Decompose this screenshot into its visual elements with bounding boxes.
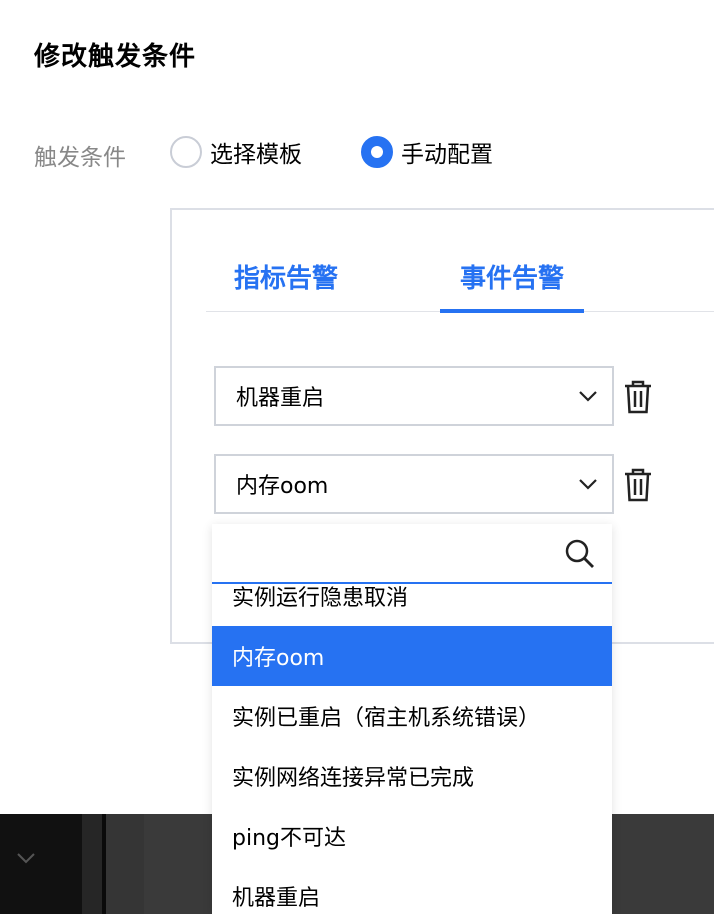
chevron-down-icon (17, 853, 35, 864)
dropdown-option[interactable]: ping不可达 (212, 806, 612, 866)
chevron-down-icon (579, 391, 597, 402)
event-select-value: 机器重启 (236, 386, 325, 411)
event-select-1[interactable]: 机器重启 (214, 366, 614, 426)
page: 修改触发条件 触发条件 选择模板 手动配置 指标告警 事件告警 机器重启 内存o… (0, 0, 714, 914)
radio-checked-icon (361, 136, 393, 168)
tab-metric-alert[interactable]: 指标告警 (234, 258, 338, 312)
dialog-title: 修改触发条件 (34, 42, 197, 72)
dropdown-option[interactable]: 机器重启 (212, 866, 612, 914)
dropdown-search-box (212, 524, 612, 584)
chevron-down-icon (579, 479, 597, 490)
trigger-label: 触发条件 (34, 145, 126, 171)
radio-manual-config[interactable]: 手动配置 (361, 134, 493, 170)
dropdown-option[interactable]: 实例网络连接异常已完成 (212, 746, 612, 806)
delete-trash-icon[interactable] (624, 468, 652, 502)
dropdown-option[interactable]: 实例运行隐患取消 (212, 586, 612, 626)
event-dropdown-menu: 实例运行隐患取消 内存oom 实例已重启（宿主机系统错误） 实例网络连接异常已完… (212, 524, 612, 914)
delete-trash-icon[interactable] (624, 380, 652, 414)
dropdown-option-selected[interactable]: 内存oom (212, 626, 612, 686)
event-select-2[interactable]: 内存oom (214, 454, 614, 514)
radio-select-template[interactable]: 选择模板 (170, 134, 302, 170)
alert-tabs: 指标告警 事件告警 (206, 258, 714, 313)
dropdown-search-input[interactable] (212, 524, 552, 582)
tab-event-alert[interactable]: 事件告警 (440, 258, 585, 313)
dropdown-option[interactable]: 实例已重启（宿主机系统错误） (212, 686, 612, 746)
dropdown-list: 实例运行隐患取消 内存oom 实例已重启（宿主机系统错误） 实例网络连接异常已完… (212, 586, 612, 914)
event-select-value: 内存oom (236, 474, 329, 499)
radio-label: 选择模板 (210, 142, 302, 168)
radio-unchecked-icon (170, 136, 202, 168)
radio-label: 手动配置 (401, 142, 493, 168)
search-icon[interactable] (564, 538, 596, 570)
